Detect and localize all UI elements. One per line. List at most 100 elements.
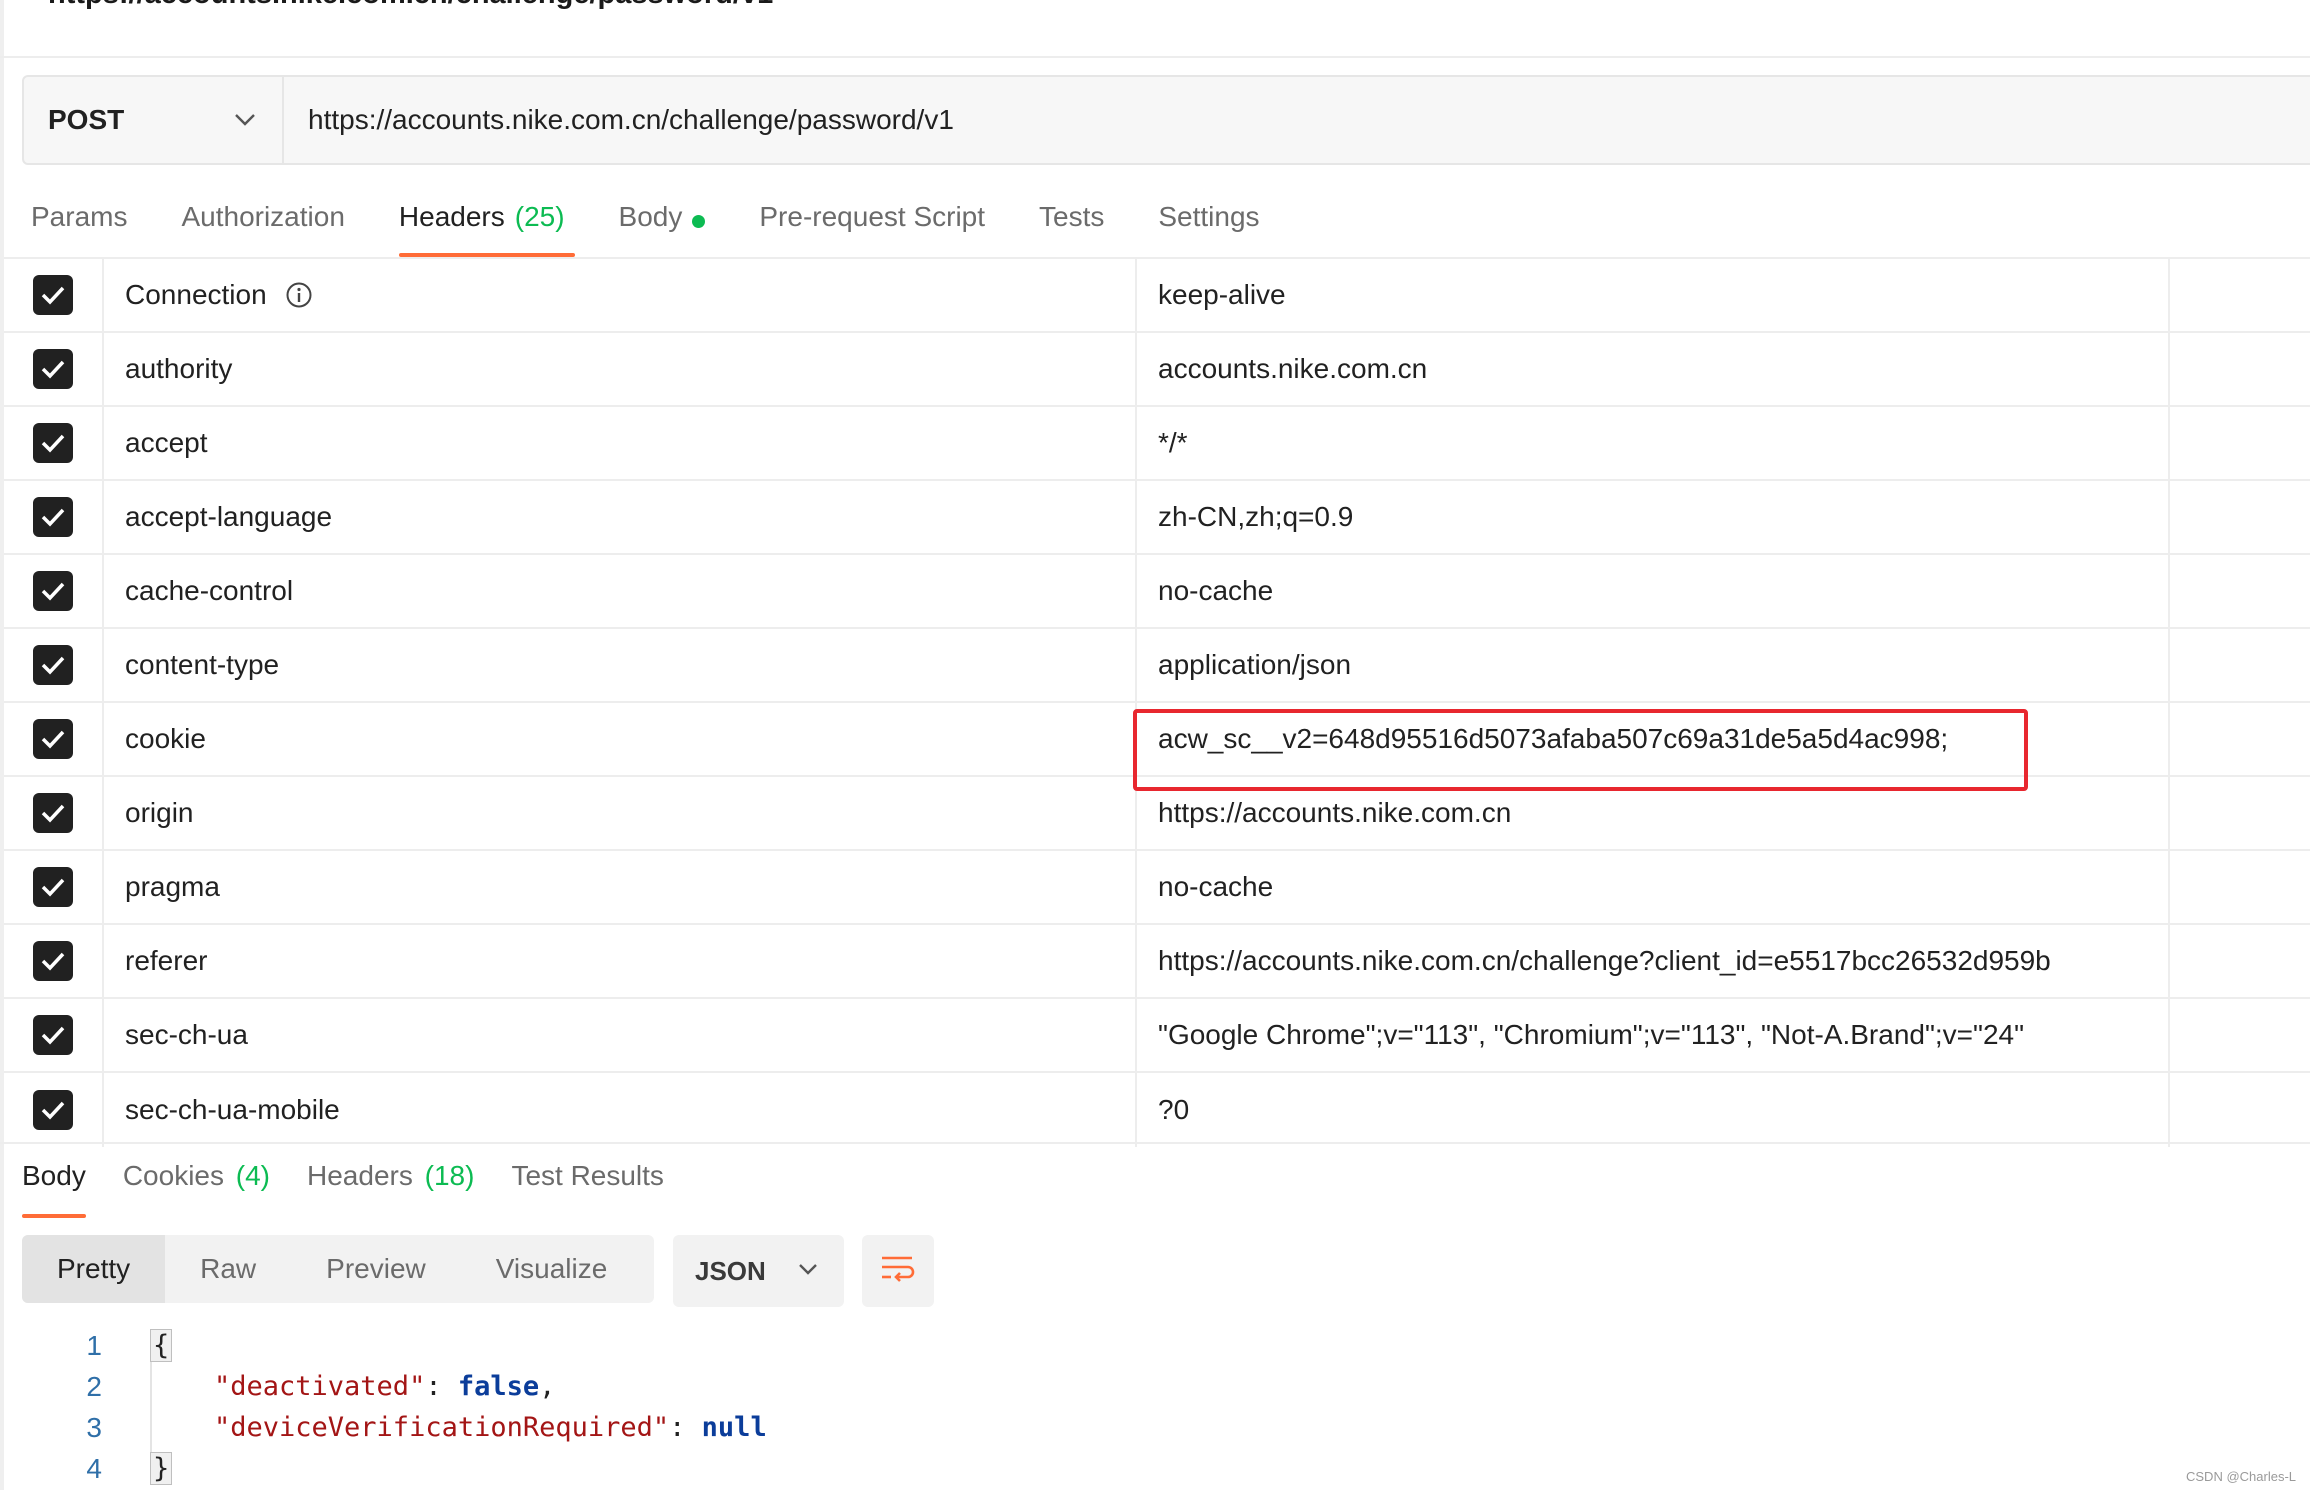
view-raw-button[interactable]: Raw	[165, 1235, 291, 1303]
table-row: content-type application/json	[4, 629, 2310, 703]
json-value: false	[457, 1371, 540, 1402]
response-headers-count: (18)	[424, 1160, 475, 1191]
info-icon[interactable]	[285, 281, 313, 309]
response-tab-body[interactable]: Body	[22, 1160, 86, 1218]
header-value[interactable]: https://accounts.nike.com.cn/challenge?c…	[1137, 925, 2170, 997]
response-tabs: Body Cookies (4) Headers (18) Test Resul…	[0, 1160, 679, 1218]
header-key[interactable]: pragma	[104, 851, 1137, 923]
table-row: accept-language zh-CN,zh;q=0.9	[4, 481, 2310, 555]
view-pretty-button[interactable]: Pretty	[22, 1235, 166, 1303]
tab-label: Test Results	[511, 1160, 664, 1191]
tab-params[interactable]: Params	[31, 195, 127, 257]
body-indicator-dot	[692, 215, 706, 228]
tab-label: Body	[22, 1160, 86, 1191]
header-description[interactable]	[2170, 925, 2310, 997]
header-value[interactable]: accounts.nike.com.cn	[1137, 333, 2170, 405]
header-value[interactable]: no-cache	[1137, 851, 2170, 923]
wrap-lines-button[interactable]	[862, 1235, 934, 1307]
json-key: "deviceVerificationRequired"	[214, 1412, 670, 1443]
chevron-down-icon	[230, 105, 260, 135]
line-number: 2	[86, 1370, 102, 1402]
header-key[interactable]: Connection	[104, 259, 1137, 331]
header-value[interactable]: */*	[1137, 407, 2170, 479]
row-checkbox[interactable]	[33, 867, 73, 907]
header-key[interactable]: cache-control	[104, 555, 1137, 627]
header-key[interactable]: authority	[104, 333, 1137, 405]
row-checkbox[interactable]	[33, 1015, 73, 1055]
row-checkbox[interactable]	[33, 645, 73, 685]
divider	[0, 56, 2310, 58]
row-checkbox[interactable]	[33, 719, 73, 759]
watermark: CSDN @Charles-L	[2186, 1469, 2296, 1484]
header-key[interactable]: cookie	[104, 703, 1137, 775]
format-select[interactable]: JSON	[673, 1235, 844, 1307]
line-number: 3	[86, 1411, 102, 1443]
header-description[interactable]	[2170, 703, 2310, 775]
header-key[interactable]: sec-ch-ua	[104, 999, 1137, 1071]
header-description[interactable]	[2170, 333, 2310, 405]
request-bar: POST https://accounts.nike.com.cn/challe…	[22, 75, 2310, 165]
close-brace: }	[150, 1452, 173, 1485]
code-line: 4 }	[0, 1448, 767, 1489]
header-description[interactable]	[2170, 555, 2310, 627]
method-select[interactable]: POST	[24, 77, 284, 163]
url-input[interactable]: https://accounts.nike.com.cn/challenge/p…	[284, 104, 2310, 136]
json-colon: :	[425, 1371, 458, 1402]
header-description[interactable]	[2170, 999, 2310, 1071]
header-description[interactable]	[2170, 777, 2310, 849]
header-value[interactable]: no-cache	[1137, 555, 2170, 627]
header-description[interactable]	[2170, 1073, 2310, 1147]
row-checkbox[interactable]	[33, 275, 73, 315]
tab-label: Tests	[1039, 201, 1105, 232]
header-description[interactable]	[2170, 407, 2310, 479]
table-row: pragma no-cache	[4, 851, 2310, 925]
row-checkbox[interactable]	[33, 1090, 73, 1130]
code-line: 2 "deactivated": false,	[0, 1366, 767, 1407]
header-key[interactable]: referer	[104, 925, 1137, 997]
code-line: 3 "deviceVerificationRequired": null	[0, 1407, 766, 1448]
header-key[interactable]: accept-language	[104, 481, 1137, 553]
header-key[interactable]: content-type	[104, 629, 1137, 701]
row-checkbox[interactable]	[33, 793, 73, 833]
header-key[interactable]: accept	[104, 407, 1137, 479]
row-checkbox[interactable]	[33, 571, 73, 611]
header-description[interactable]	[2170, 629, 2310, 701]
tab-body[interactable]: Body	[619, 195, 706, 257]
row-checkbox[interactable]	[33, 941, 73, 981]
table-row: sec-ch-ua-mobile ?0	[4, 1073, 2310, 1147]
header-key[interactable]: origin	[104, 777, 1137, 849]
response-tab-headers[interactable]: Headers (18)	[307, 1160, 474, 1218]
header-key[interactable]: sec-ch-ua-mobile	[104, 1073, 1137, 1147]
header-description[interactable]	[2170, 851, 2310, 923]
header-value[interactable]: "Google Chrome";v="113", "Chromium";v="1…	[1137, 999, 2170, 1071]
row-checkbox[interactable]	[33, 497, 73, 537]
header-value[interactable]: keep-alive	[1137, 259, 2170, 331]
row-checkbox[interactable]	[33, 349, 73, 389]
header-value[interactable]: application/json	[1137, 629, 2170, 701]
row-checkbox[interactable]	[33, 423, 73, 463]
view-visualize-button[interactable]: Visualize	[461, 1235, 643, 1303]
tab-pre-request-script[interactable]: Pre-request Script	[759, 195, 985, 257]
header-description[interactable]	[2170, 259, 2310, 331]
method-label: POST	[48, 104, 125, 135]
table-row: accept */*	[4, 407, 2310, 481]
tab-label: Settings	[1158, 201, 1260, 232]
headers-table: Connection keep-alive authority accounts…	[4, 257, 2310, 1147]
view-preview-button[interactable]: Preview	[291, 1235, 461, 1303]
tab-label: Pre-request Script	[759, 201, 986, 232]
tab-label: Params	[31, 201, 128, 232]
header-description[interactable]	[2170, 481, 2310, 553]
header-value[interactable]: ?0	[1137, 1073, 2170, 1147]
header-value[interactable]: zh-CN,zh;q=0.9	[1137, 481, 2170, 553]
tab-headers[interactable]: Headers (25)	[398, 195, 575, 257]
tab-settings[interactable]: Settings	[1158, 195, 1259, 257]
tab-tests[interactable]: Tests	[1039, 195, 1104, 257]
json-comma: ,	[539, 1371, 556, 1402]
header-key-text: Connection	[125, 279, 267, 310]
response-tab-test-results[interactable]: Test Results	[511, 1160, 664, 1218]
tab-authorization[interactable]: Authorization	[181, 195, 344, 257]
json-key: "deactivated"	[214, 1371, 426, 1402]
tab-label: Cookies	[122, 1160, 224, 1191]
response-code-viewer[interactable]: 1 { 2 "deactivated": false, 3 "deviceVer…	[0, 1325, 767, 1489]
response-tab-cookies[interactable]: Cookies (4)	[123, 1160, 270, 1218]
